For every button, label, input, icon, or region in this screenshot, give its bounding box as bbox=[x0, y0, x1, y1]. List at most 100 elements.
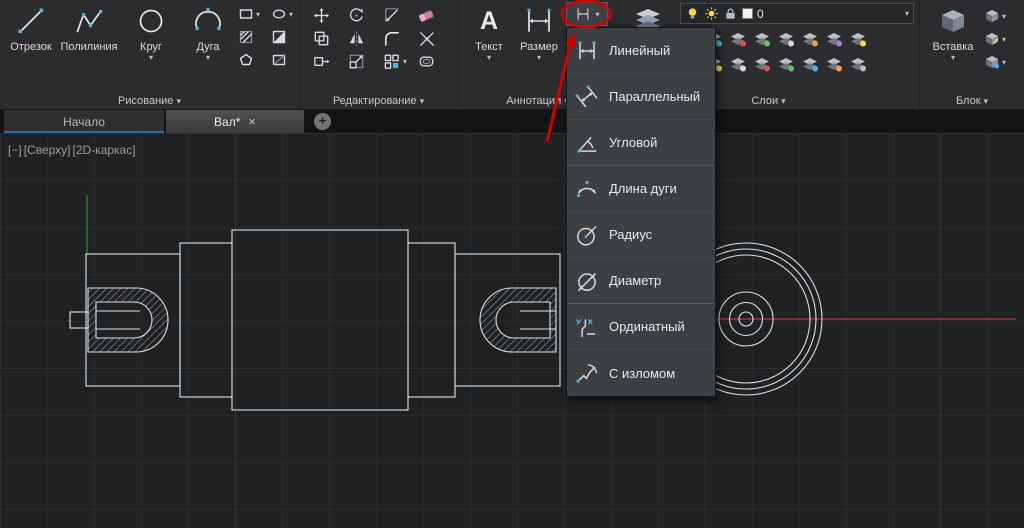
hatch-icon bbox=[238, 29, 254, 45]
line-button-label: Отрезок bbox=[10, 41, 51, 53]
menu-item-jogged[interactable]: С изломом bbox=[567, 350, 715, 396]
explode-button[interactable] bbox=[417, 28, 449, 48]
dimension-dropdown-caret[interactable]: ▾ bbox=[537, 54, 541, 62]
panel-draw-label[interactable]: Рисование▾ bbox=[0, 95, 299, 107]
layer-tool-icon[interactable] bbox=[728, 55, 748, 75]
shaft-drawing bbox=[0, 133, 1024, 528]
stretch-button[interactable] bbox=[312, 51, 344, 71]
dimension-type-gallery-button[interactable]: ▾ bbox=[566, 2, 608, 26]
lock-icon[interactable] bbox=[723, 6, 738, 21]
sun-icon[interactable] bbox=[704, 6, 719, 21]
block-attributes-caret[interactable]: ▾ bbox=[1002, 59, 1006, 67]
create-block-button[interactable]: ▾ bbox=[984, 6, 1018, 26]
layer-combo-caret[interactable]: ▾ bbox=[905, 10, 909, 18]
dimension-button[interactable]: Размер ▾ bbox=[516, 3, 562, 62]
erase-button[interactable] bbox=[417, 5, 449, 25]
mirror-icon bbox=[347, 29, 366, 48]
move-button[interactable] bbox=[312, 5, 344, 25]
angular-dimension-icon bbox=[574, 130, 600, 156]
panel-draw-caret: ▾ bbox=[176, 96, 181, 106]
offset-button[interactable] bbox=[417, 51, 449, 71]
gradient-icon bbox=[271, 29, 287, 45]
bulb-icon[interactable] bbox=[685, 6, 700, 21]
tab-close-icon[interactable]: × bbox=[248, 114, 256, 129]
circle-dropdown-caret[interactable]: ▾ bbox=[149, 54, 153, 62]
menu-item-diameter[interactable]: Диаметр bbox=[567, 258, 715, 304]
layer-tool-icon[interactable] bbox=[800, 55, 820, 75]
layer-tool-icon[interactable] bbox=[752, 55, 772, 75]
edit-block-button[interactable]: ▾ bbox=[984, 29, 1018, 49]
layer-color-swatch[interactable] bbox=[742, 8, 753, 19]
insert-dropdown-caret[interactable]: ▾ bbox=[951, 54, 955, 62]
rotate-button[interactable] bbox=[347, 5, 379, 25]
panel-block-label[interactable]: Блок▾ bbox=[920, 95, 1024, 107]
panel-modify-label[interactable]: Редактирование▾ bbox=[300, 95, 457, 107]
polyline-button[interactable]: Полилиния bbox=[58, 3, 120, 53]
panel-modify-caret: ▾ bbox=[420, 96, 425, 106]
rectangle-caret[interactable]: ▾ bbox=[256, 11, 260, 19]
linear-dimension-icon bbox=[574, 38, 600, 64]
layer-tool-icon[interactable] bbox=[752, 30, 772, 50]
menu-item-label: Линейный bbox=[609, 43, 670, 58]
dimension-button-label: Размер bbox=[520, 41, 558, 53]
rectangle-button[interactable]: ▾ bbox=[238, 4, 268, 24]
layer-tool-icon[interactable] bbox=[824, 30, 844, 50]
menu-item-aligned[interactable]: Параллельный bbox=[567, 74, 715, 120]
menu-item-label: Радиус bbox=[609, 227, 652, 242]
create-block-caret[interactable]: ▾ bbox=[1002, 13, 1006, 21]
arc-button[interactable]: Дуга ▾ bbox=[186, 3, 230, 62]
autocad-window: Отрезок Полилиния bbox=[0, 0, 1024, 528]
trim-button[interactable] bbox=[382, 5, 414, 25]
array-caret[interactable]: ▾ bbox=[403, 58, 407, 66]
layer-tool-icon[interactable] bbox=[728, 30, 748, 50]
arc-dropdown-caret[interactable]: ▾ bbox=[206, 54, 210, 62]
circle-button[interactable]: Круг ▾ bbox=[128, 3, 174, 62]
copy-icon bbox=[312, 29, 331, 48]
layer-tool-icon[interactable] bbox=[800, 30, 820, 50]
polygon-button[interactable] bbox=[238, 50, 268, 70]
gradient-button[interactable] bbox=[271, 27, 301, 47]
tab-val-label: Вал* bbox=[214, 115, 240, 129]
menu-item-angular[interactable]: Угловой bbox=[567, 120, 715, 166]
fillet-button[interactable] bbox=[382, 28, 414, 48]
scale-button[interactable] bbox=[347, 51, 379, 71]
menu-item-ordinate[interactable]: Ординатный bbox=[567, 304, 715, 350]
insert-button[interactable]: Вставка ▾ bbox=[928, 3, 978, 62]
model-space-canvas[interactable]: [−] [Сверху] [2D-каркас] bbox=[0, 133, 1024, 528]
layer-tool-icon[interactable] bbox=[776, 55, 796, 75]
copy-button[interactable] bbox=[312, 28, 344, 48]
region-button[interactable] bbox=[271, 50, 301, 70]
line-button[interactable]: Отрезок bbox=[6, 3, 56, 53]
menu-item-linear[interactable]: Линейный bbox=[567, 28, 715, 74]
mirror-button[interactable] bbox=[347, 28, 379, 48]
layer-combo[interactable]: 0 ▾ bbox=[680, 3, 914, 24]
circle-icon bbox=[135, 3, 167, 39]
dimension-type-menu: Линейный Параллельный Угловой bbox=[566, 27, 716, 397]
new-tab-button[interactable]: + bbox=[314, 113, 331, 130]
tab-start[interactable]: Начало bbox=[4, 110, 164, 133]
edit-block-icon bbox=[984, 31, 1000, 47]
text-button[interactable]: A Текст ▾ bbox=[466, 3, 512, 62]
ellipse-button[interactable]: ▾ bbox=[271, 4, 301, 24]
linear-dimension-gallery-icon bbox=[574, 5, 592, 23]
ellipse-caret[interactable]: ▾ bbox=[289, 11, 293, 19]
arc-length-dimension-icon bbox=[574, 176, 600, 202]
tab-val-active[interactable]: Вал* × bbox=[166, 110, 304, 133]
text-dropdown-caret[interactable]: ▾ bbox=[487, 54, 491, 62]
scale-icon bbox=[347, 52, 366, 71]
menu-item-arc-length[interactable]: Длина дуги bbox=[567, 166, 715, 212]
block-attributes-button[interactable]: ▾ bbox=[984, 52, 1018, 72]
dimension-icon bbox=[523, 3, 555, 39]
edit-block-caret[interactable]: ▾ bbox=[1002, 36, 1006, 44]
layer-tool-icon[interactable] bbox=[776, 30, 796, 50]
dimension-type-gallery-caret[interactable]: ▾ bbox=[595, 11, 599, 19]
panel-block: Вставка ▾ ▾ ▾ bbox=[920, 0, 1024, 110]
diameter-dimension-icon bbox=[574, 268, 600, 294]
hatch-button[interactable] bbox=[238, 27, 268, 47]
layer-tool-icon[interactable] bbox=[824, 55, 844, 75]
menu-item-radius[interactable]: Радиус bbox=[567, 212, 715, 258]
array-button[interactable]: ▾ bbox=[382, 51, 414, 71]
layer-tool-icon[interactable] bbox=[848, 30, 868, 50]
layer-tool-icon[interactable] bbox=[848, 55, 868, 75]
menu-item-label: Диаметр bbox=[609, 273, 661, 288]
